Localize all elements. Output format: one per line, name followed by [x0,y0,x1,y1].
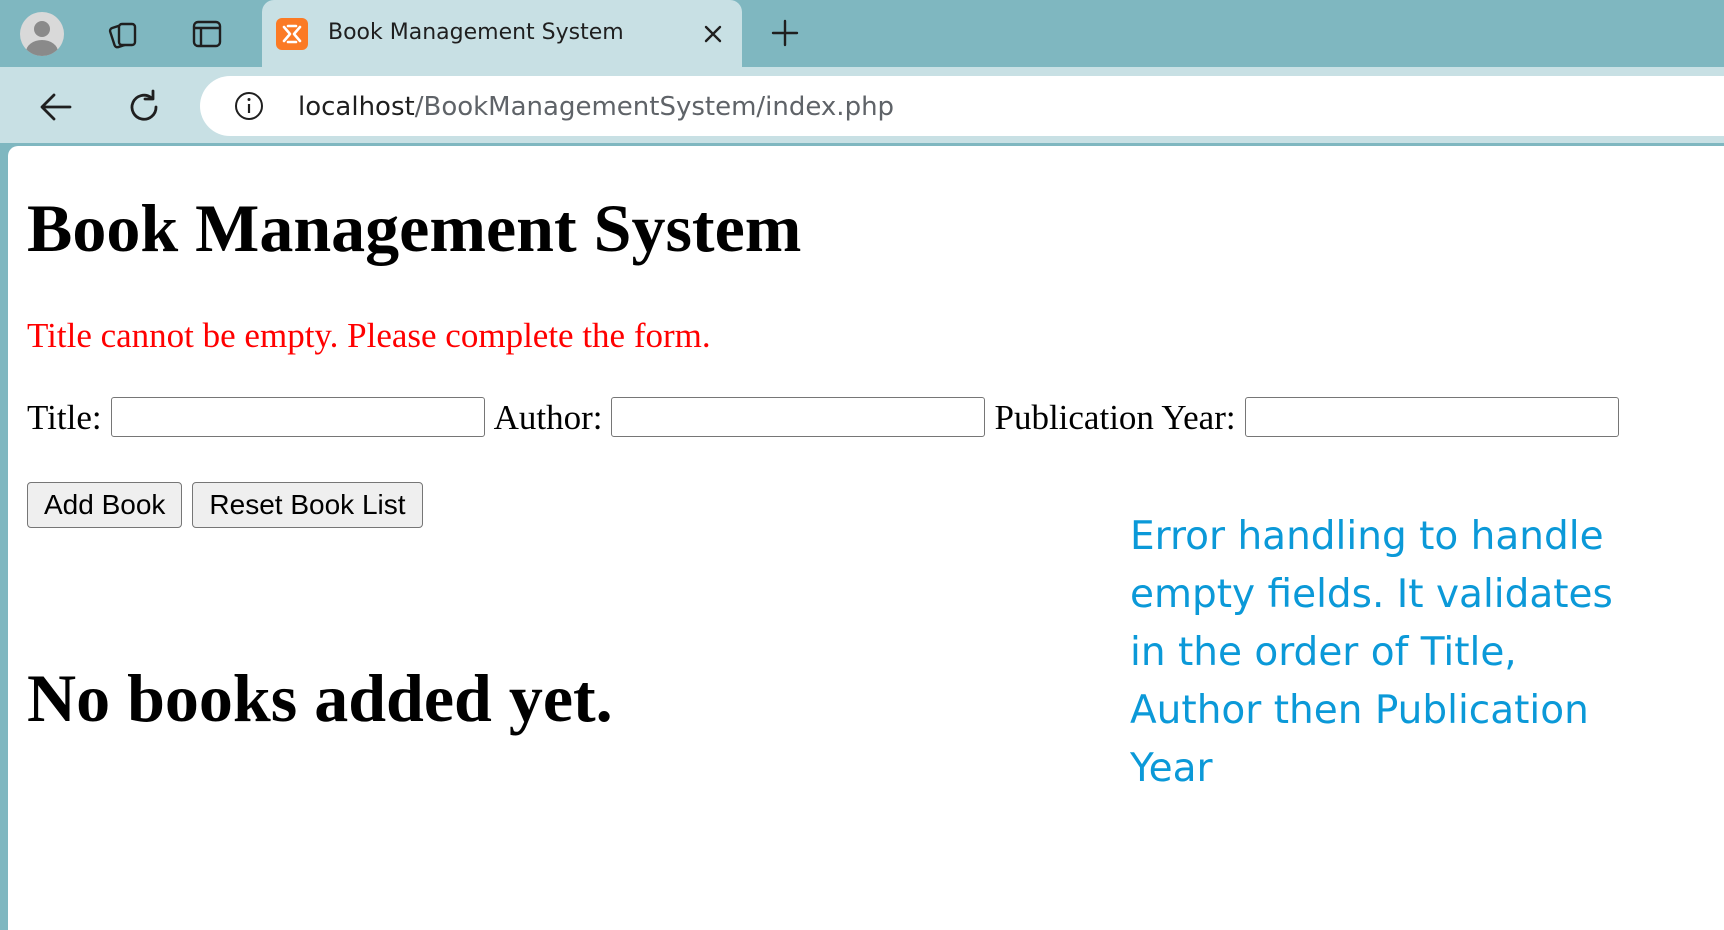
empty-book-list-message: No books added yet. [27,660,613,736]
tab-book-management-system[interactable]: Book Management System [262,0,742,67]
page-viewport: Book Management System Title cannot be e… [8,146,1724,930]
site-info-icon[interactable] [234,91,264,121]
back-icon[interactable] [36,87,76,127]
reset-book-list-button[interactable]: Reset Book List [192,482,423,528]
xampp-icon [276,18,308,50]
title-label: Title: [27,397,102,437]
close-icon[interactable] [700,21,726,47]
new-tab-icon[interactable] [768,16,802,50]
publication-year-input[interactable] [1244,397,1619,437]
form-buttons: Add Book Reset Book List [27,482,433,528]
author-input[interactable] [611,397,986,437]
title-input[interactable] [110,397,485,437]
browser-tab-strip: Book Management System [0,0,1724,67]
tab-title: Book Management System [328,20,624,45]
url-path: /BookManagementSystem/index.php [414,92,895,122]
tab-actions-icon[interactable] [190,17,224,51]
add-book-button[interactable]: Add Book [27,482,183,528]
url-host: localhost [298,92,415,122]
page-title: Book Management System [27,190,802,266]
browser-toolbar: localhost/BookManagementSystem/index.php [0,67,1724,143]
error-message: Title cannot be empty. Please complete t… [27,316,711,355]
refresh-icon[interactable] [124,87,164,127]
author-label: Author: [493,397,603,437]
collections-icon[interactable] [106,17,140,51]
address-url: localhost/BookManagementSystem/index.php [298,92,894,122]
annotation-note: Error handling to handle empty fields. I… [1130,514,1613,791]
add-book-form: Title: Author: Publication Year: [27,394,1628,440]
profile-avatar[interactable] [20,12,64,56]
address-bar[interactable]: localhost/BookManagementSystem/index.php [200,76,1724,136]
publication-year-label: Publication Year: [994,397,1236,437]
